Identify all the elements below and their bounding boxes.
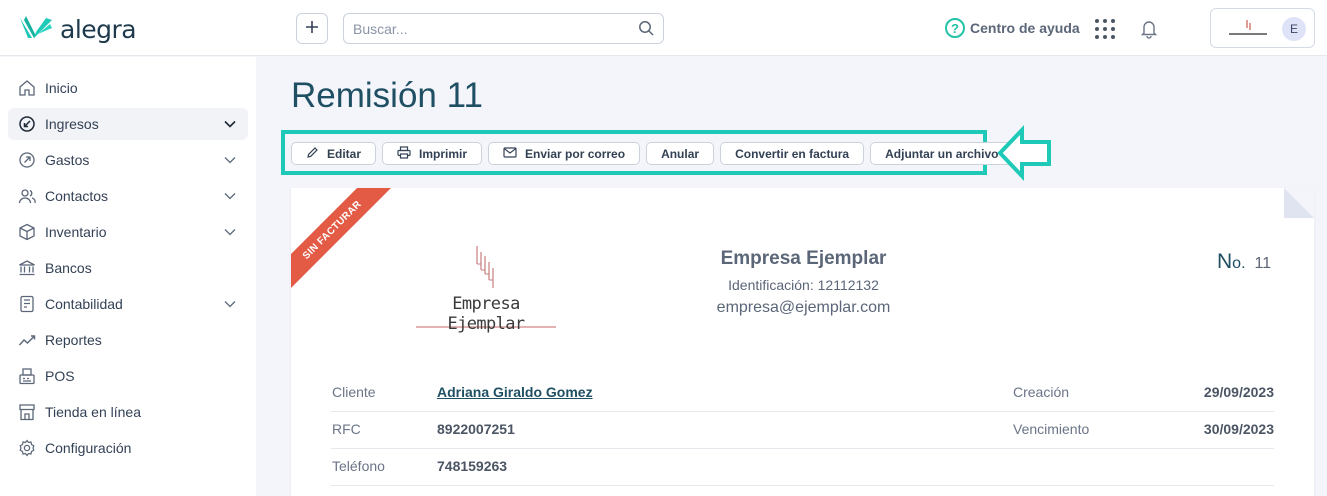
company-name: Empresa Ejemplar [720,248,887,269]
chevron-down-icon [224,189,236,205]
mail-icon [503,146,517,161]
search-icon[interactable] [638,20,655,42]
pos-icon [18,367,36,385]
sidebar-item-reportes[interactable]: Reportes [8,324,248,356]
store-icon [18,403,36,421]
sidebar-item-label: Bancos [45,260,92,276]
chevron-down-icon [224,153,236,169]
phone-label: Teléfono [332,458,385,474]
company-identification: Identificación: 12112132 [728,277,879,293]
inventory-icon [18,223,36,241]
row-divider [331,411,1274,412]
contacts-icon [18,187,36,205]
sidebar-item-label: Inventario [45,224,107,240]
company-logo-text: Empresa Ejemplar [447,294,525,334]
chevron-down-icon [224,225,236,241]
remission-document: SIN FACTURAR Empresa Ejemplar Empresa Ej… [291,188,1314,496]
created-label: Creación [1013,384,1070,400]
row-divider [331,448,1274,449]
created-value: 29/09/2023 [1203,384,1274,400]
edit-button[interactable]: Editar [291,142,377,165]
client-label: Cliente [332,384,376,400]
bell-icon[interactable] [1140,19,1158,44]
document-number-label: No. [1217,250,1246,273]
sidebar: Inicio Ingresos Gastos Contactos Inventa… [0,57,256,496]
accounting-icon [18,295,36,313]
due-label: Vencimiento [1013,421,1090,437]
sidebar-item-label: Gastos [45,152,90,168]
rfc-label: RFC [332,421,361,437]
sidebar-item-configuracion[interactable]: Configuración [8,432,248,464]
sidebar-item-gastos[interactable]: Gastos [8,144,248,176]
sidebar-item-label: Contabilidad [45,296,123,312]
expenses-icon [18,151,36,169]
void-button[interactable]: Anular [646,142,715,165]
client-link[interactable]: Adriana Giraldo Gomez [437,384,593,400]
phone-value: 748159263 [437,458,508,474]
pencil-icon [306,146,319,162]
convert-to-invoice-button[interactable]: Convertir en factura [720,142,865,165]
search-box [343,13,664,44]
reports-icon [18,331,36,349]
company-email: empresa@ejemplar.com [716,299,891,316]
alegra-logo-icon [18,14,54,45]
rfc-value: 8922007251 [437,421,515,437]
income-icon [18,115,36,133]
sidebar-item-label: Ingresos [45,116,99,132]
top-bar: alegra ? Centro de ayuda E [0,0,1327,56]
status-ribbon: SIN FACTURAR [291,188,394,292]
arrow-left-icon [996,125,1054,186]
sidebar-item-contactos[interactable]: Contactos [8,180,248,212]
bank-icon [18,259,36,277]
sidebar-item-label: Reportes [45,332,102,348]
avatar: E [1282,17,1306,41]
sidebar-item-label: Configuración [45,440,132,456]
attach-file-button[interactable]: Adjuntar un archivo [870,142,1014,165]
create-new-button[interactable] [296,13,328,44]
printer-icon [397,145,411,162]
print-button-label: Imprimir [419,146,468,161]
print-button[interactable]: Imprimir [382,142,483,165]
sidebar-item-label: POS [45,368,75,384]
sidebar-item-label: Inicio [45,80,78,96]
sidebar-item-label: Contactos [45,188,109,204]
page-fold [1284,188,1314,218]
document-number-value: 11 [1254,255,1272,272]
home-icon [18,79,36,97]
settings-icon [18,439,36,457]
edit-button-label: Editar [327,146,362,161]
sidebar-item-contabilidad[interactable]: Contabilidad [8,288,248,320]
apps-grid-icon[interactable] [1095,19,1115,39]
chevron-down-icon [224,297,236,313]
row-divider [331,485,1274,486]
chevron-down-icon [224,117,236,133]
sidebar-item-pos[interactable]: POS [8,360,248,392]
convert-button-label: Convertir en factura [735,146,850,161]
document-number: No. 11 [1217,250,1271,274]
sidebar-item-inventario[interactable]: Inventario [8,216,248,248]
company-logo: Empresa Ejemplar [411,242,571,334]
page-title: Remisión 11 [291,76,483,115]
search-input[interactable] [353,14,633,43]
document-toolbar: Editar Imprimir Enviar por correo Anular… [291,142,1014,165]
plus-icon [305,17,319,40]
void-button-label: Anular [661,146,700,161]
help-center-link[interactable]: ? Centro de ayuda [945,18,1080,38]
sidebar-item-ingresos[interactable]: Ingresos [8,108,248,140]
attach-button-label: Adjuntar un archivo [885,146,999,161]
alegra-logo[interactable]: alegra [18,14,137,45]
company-mini-logo [1227,18,1269,43]
help-center-label: Centro de ayuda [970,20,1080,36]
send-email-button-label: Enviar por correo [525,146,626,161]
sidebar-item-tienda[interactable]: Tienda en línea [8,396,248,428]
alegra-logo-text: alegra [60,15,137,44]
sidebar-item-inicio[interactable]: Inicio [8,72,248,104]
due-value: 30/09/2023 [1203,421,1274,437]
sidebar-item-bancos[interactable]: Bancos [8,252,248,284]
help-icon: ? [945,18,965,38]
send-email-button[interactable]: Enviar por correo [488,142,641,165]
sidebar-item-label: Tienda en línea [45,404,141,420]
account-menu[interactable]: E [1210,8,1315,48]
